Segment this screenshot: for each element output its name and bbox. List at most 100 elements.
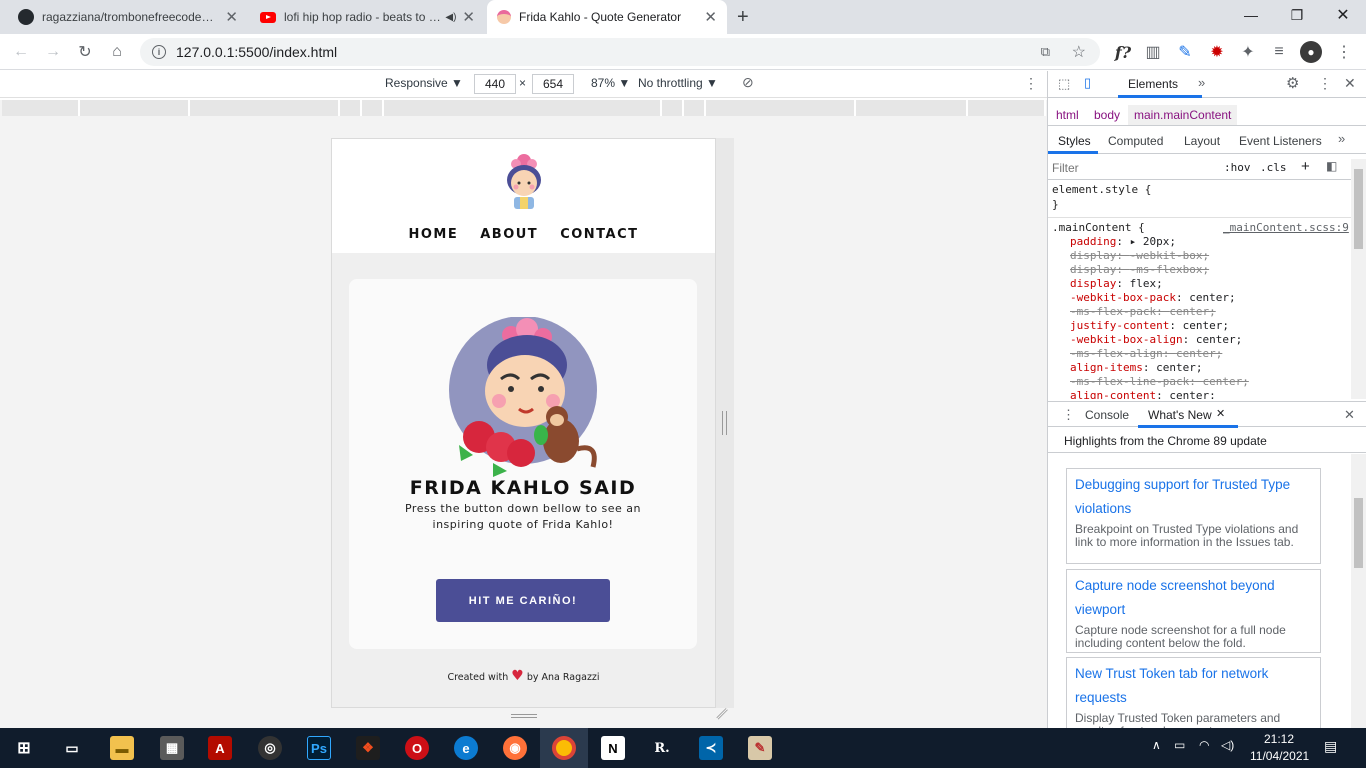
css-property[interactable]: -ms-flex-line-pack xyxy=(1070,375,1189,388)
tab-youtube[interactable]: lofi hip hop radio - beats to relax/stud… xyxy=(250,0,485,34)
tray-chevron-icon[interactable]: ∧ xyxy=(1152,738,1161,752)
close-tab-icon[interactable]: ✕ xyxy=(462,8,475,26)
scrollbar-thumb[interactable] xyxy=(1354,169,1363,249)
start-windows-icon[interactable]: ⊞ xyxy=(12,736,36,760)
css-declaration[interactable]: justify-content: center; xyxy=(1070,319,1229,332)
resize-handle-right[interactable] xyxy=(722,411,727,435)
acrobat-icon[interactable]: A xyxy=(208,736,232,760)
vscode-icon[interactable]: ≺ xyxy=(699,736,723,760)
media-query-bar[interactable] xyxy=(0,100,1047,116)
breadcrumb-body[interactable]: body xyxy=(1094,108,1120,122)
drawer-scrollbar[interactable] xyxy=(1351,454,1366,728)
css-property[interactable]: align-content xyxy=(1070,389,1156,399)
toggle-sidebar-icon[interactable]: ◧ xyxy=(1326,159,1337,173)
tab-elements[interactable]: Elements xyxy=(1128,77,1178,91)
volume-icon[interactable]: ◁) xyxy=(1221,738,1234,752)
css-value[interactable]: center; xyxy=(1176,347,1222,360)
nav-home[interactable]: HOME xyxy=(408,227,458,242)
css-property[interactable]: -webkit-box-align xyxy=(1070,333,1183,346)
nav-contact[interactable]: CONTACT xyxy=(560,227,638,242)
breadcrumb-html[interactable]: html xyxy=(1056,108,1079,122)
edge-icon[interactable]: e xyxy=(454,736,478,760)
subtab-computed[interactable]: Computed xyxy=(1108,134,1163,148)
forward-icon[interactable]: → xyxy=(42,41,64,63)
media-icon[interactable]: ≡ xyxy=(1268,41,1290,63)
extensions-icon[interactable]: ✦ xyxy=(1237,41,1259,63)
new-rule-icon[interactable]: + xyxy=(1301,158,1310,175)
css-property[interactable]: align-items xyxy=(1070,361,1143,374)
resize-handle-bottom[interactable] xyxy=(511,714,537,718)
css-declaration[interactable]: -ms-flex-line-pack: center; xyxy=(1070,375,1249,388)
address-bar[interactable]: i 127.0.0.1:5500/index.html ⧉ ☆ xyxy=(140,38,1100,66)
device-toggle-icon[interactable]: ▯ xyxy=(1084,75,1091,91)
news-card-title[interactable]: New Trust Token tab for network requests xyxy=(1075,662,1312,710)
breadcrumb-main[interactable]: main.mainContent xyxy=(1128,105,1238,125)
home-icon[interactable]: ⌂ xyxy=(106,41,128,63)
tab-frida[interactable]: Frida Kahlo - Quote Generator ✕ xyxy=(487,0,727,34)
drawer-menu-icon[interactable]: ⋮ xyxy=(1062,407,1075,423)
chrome-icon[interactable] xyxy=(552,736,576,760)
rotate-icon[interactable]: ⊘ xyxy=(742,74,754,91)
throttling-select[interactable]: No throttling ▼ xyxy=(638,76,718,90)
drawer-tab-whats-new[interactable]: What's New xyxy=(1148,408,1212,422)
css-declaration[interactable]: align-items: center; xyxy=(1070,361,1202,374)
wifi-icon[interactable]: ◠ xyxy=(1199,738,1209,752)
minimize-icon[interactable]: — xyxy=(1228,0,1274,30)
more-subtabs-icon[interactable]: » xyxy=(1338,131,1345,146)
clock[interactable]: 21:12 11/04/2021 xyxy=(1250,731,1309,765)
news-card-title[interactable]: Capture node screenshot beyond viewport xyxy=(1075,574,1312,622)
new-tab-button[interactable]: + xyxy=(737,6,749,29)
news-card[interactable]: Capture node screenshot beyond viewport … xyxy=(1066,569,1321,653)
media-query-segment[interactable] xyxy=(362,100,384,116)
css-value[interactable]: ▸ 20px; xyxy=(1130,235,1176,248)
css-property[interactable]: display xyxy=(1070,277,1116,290)
css-value[interactable]: flex; xyxy=(1130,277,1163,290)
news-card[interactable]: New Trust Token tab for network requests… xyxy=(1066,657,1321,728)
battery-icon[interactable]: ▭ xyxy=(1174,738,1185,752)
css-declaration[interactable]: display: -ms-flexbox; xyxy=(1070,263,1209,276)
media-query-segment[interactable] xyxy=(2,100,80,116)
css-declaration[interactable]: display: flex; xyxy=(1070,277,1163,290)
calculator-icon[interactable]: ▦ xyxy=(160,736,184,760)
file-explorer-icon[interactable]: ▬ xyxy=(110,736,134,760)
css-property[interactable]: -ms-flex-align xyxy=(1070,347,1163,360)
notifications-icon[interactable]: ▤ xyxy=(1324,738,1337,755)
ext-dropper-icon[interactable]: ✎ xyxy=(1174,41,1196,63)
css-property[interactable]: justify-content xyxy=(1070,319,1169,332)
viewport-height-input[interactable]: 654 xyxy=(532,74,574,94)
viewport-width-input[interactable]: 440 xyxy=(474,74,516,94)
photoshop-icon[interactable]: Ps xyxy=(307,736,331,760)
css-declaration[interactable]: -webkit-box-pack: center; xyxy=(1070,291,1236,304)
media-query-segment[interactable] xyxy=(80,100,190,116)
rule-source-link[interactable]: _mainContent.scss:9 xyxy=(1223,221,1349,234)
styles-scrollbar[interactable] xyxy=(1351,159,1366,399)
hit-me-button[interactable]: HIT ME CARIÑO! xyxy=(436,579,610,622)
subtab-layout[interactable]: Layout xyxy=(1184,134,1220,148)
ext-f-icon[interactable]: f? xyxy=(1110,41,1136,63)
css-declaration[interactable]: -webkit-box-align: center; xyxy=(1070,333,1242,346)
paint-icon[interactable]: ✎ xyxy=(748,736,772,760)
obs-icon[interactable]: ◎ xyxy=(258,736,282,760)
close-window-icon[interactable]: ✕ xyxy=(1320,0,1366,30)
device-more-icon[interactable]: ⋮ xyxy=(1024,75,1038,92)
figma-icon[interactable]: ❖ xyxy=(356,736,380,760)
css-value[interactable]: center; xyxy=(1169,305,1215,318)
css-value[interactable]: center; xyxy=(1196,333,1242,346)
resize-handle-corner[interactable]: ║ xyxy=(715,707,729,721)
profile-avatar[interactable]: ● xyxy=(1300,41,1322,63)
subtab-event-listeners[interactable]: Event Listeners xyxy=(1239,134,1322,148)
cls-toggle[interactable]: .cls xyxy=(1260,161,1287,174)
bookmark-star-icon[interactable]: ☆ xyxy=(1072,42,1086,62)
css-declaration[interactable]: -ms-flex-pack: center; xyxy=(1070,305,1216,318)
ext-book-icon[interactable]: ▥ xyxy=(1142,41,1164,63)
css-value[interactable]: center; xyxy=(1156,361,1202,374)
maximize-icon[interactable]: ❐ xyxy=(1274,0,1320,30)
media-query-segment[interactable] xyxy=(384,100,662,116)
css-declaration[interactable]: align-content: center; xyxy=(1070,389,1216,399)
subtab-styles[interactable]: Styles xyxy=(1058,134,1091,148)
css-value[interactable]: center; xyxy=(1189,291,1235,304)
news-card-title[interactable]: Debugging support for Trusted Type viola… xyxy=(1075,473,1312,521)
more-tabs-icon[interactable]: » xyxy=(1198,75,1205,90)
close-drawer-icon[interactable]: ✕ xyxy=(1344,407,1355,423)
notion-icon[interactable]: N xyxy=(601,736,625,760)
